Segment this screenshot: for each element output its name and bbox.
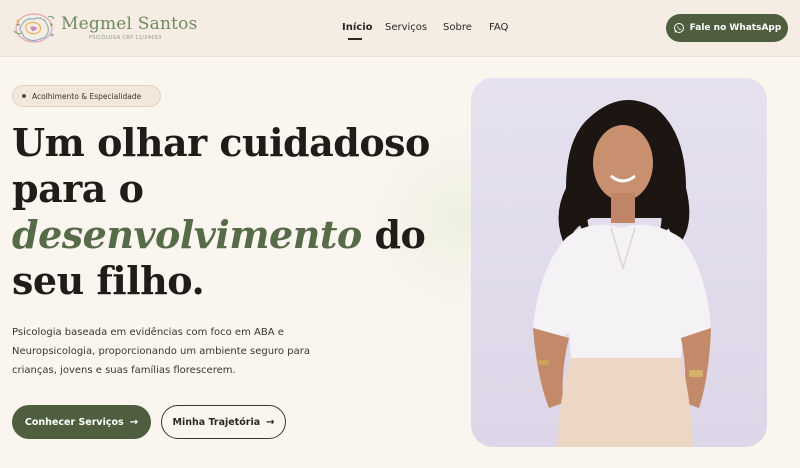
minha-trajetoria-button[interactable]: Minha Trajetória → [161, 405, 286, 439]
active-nav-indicator [348, 38, 362, 40]
conhecer-servicos-button[interactable]: Conhecer Serviços → [12, 405, 151, 439]
primary-button-label: Conhecer Serviços [24, 416, 124, 428]
brand-name[interactable]: Megmel Santos [61, 14, 198, 34]
whatsapp-icon [673, 23, 684, 33]
whatsapp-button-label: Fale no WhatsApp [689, 23, 782, 33]
hero-headline: Um olhar cuidadoso para o desenvolviment… [12, 120, 452, 304]
portrait-illustration [533, 100, 711, 447]
headline-part1: Um olhar cuidadoso para o [12, 120, 430, 211]
brand-subtitle: PSICÓLOGA CRP 11/24693 [89, 35, 162, 41]
nav-item-servicos[interactable]: Serviços [385, 22, 427, 33]
hero-badge: Acolhimento & Especialidade [12, 85, 161, 107]
headline-accent: desenvolvimento [12, 212, 362, 257]
nav-item-faq[interactable]: FAQ [489, 22, 508, 33]
secondary-button-label: Minha Trajetória [172, 416, 261, 428]
whatsapp-button[interactable]: Fale no WhatsApp [666, 14, 788, 42]
badge-dot-icon [22, 94, 26, 98]
hero-badge-label: Acolhimento & Especialidade [32, 91, 142, 101]
nav-item-inicio[interactable]: Início [342, 22, 373, 33]
site-header: Megmel Santos PSICÓLOGA CRP 11/24693 Iní… [0, 0, 800, 57]
logo-icon[interactable] [10, 9, 58, 47]
arrow-right-icon: → [266, 416, 275, 428]
hero-description: Psicologia baseada em evidências com foc… [12, 327, 310, 376]
arrow-right-icon: → [129, 416, 139, 428]
nav-item-sobre[interactable]: Sobre [443, 22, 472, 33]
portrait-photo [471, 78, 767, 447]
